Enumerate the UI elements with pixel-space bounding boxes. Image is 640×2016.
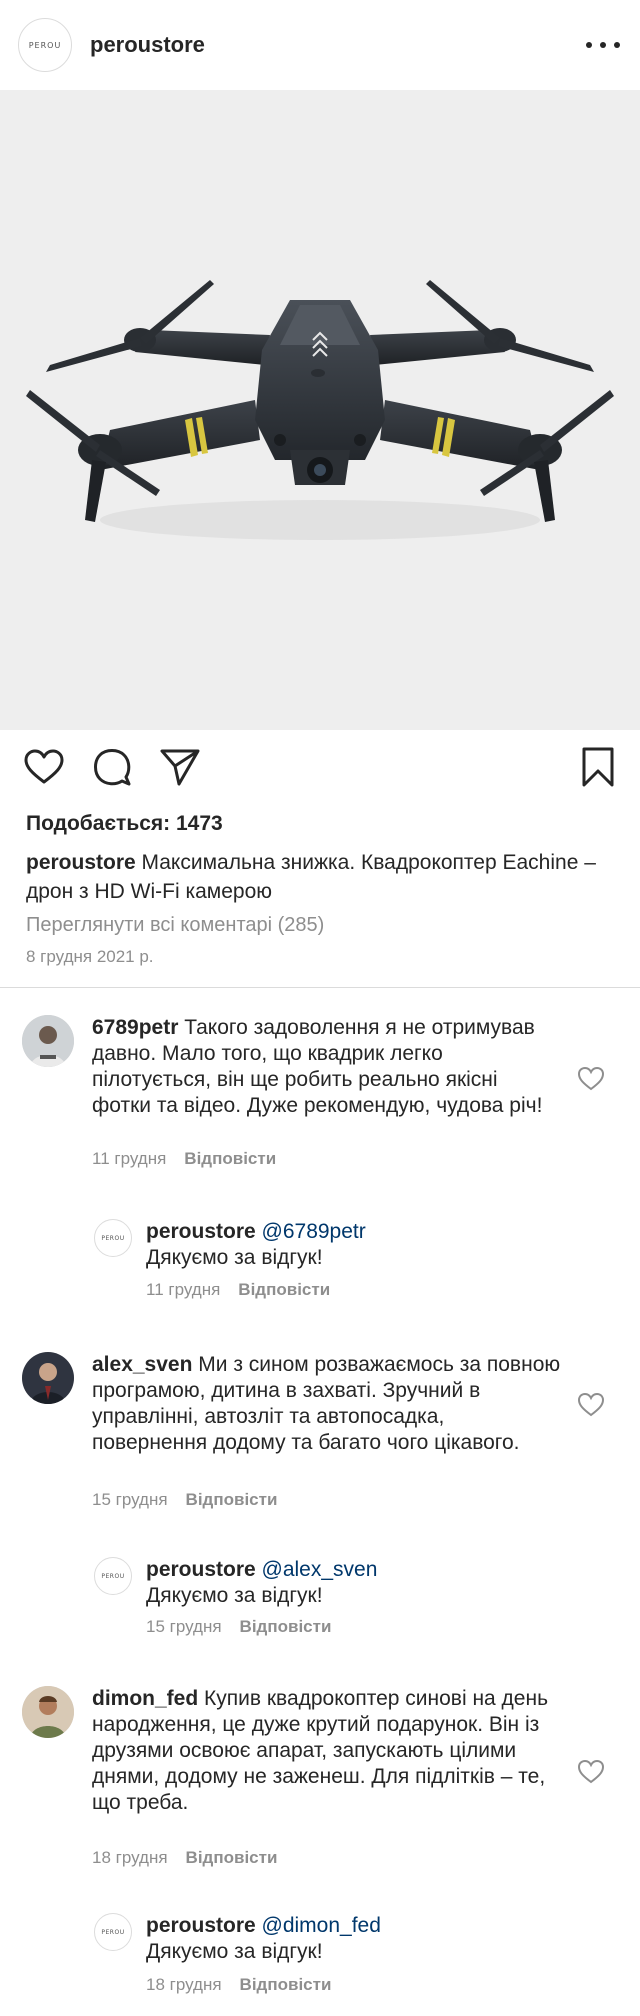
- comment-username[interactable]: dimon_fed: [92, 1687, 198, 1710]
- store-avatar[interactable]: PEROU: [94, 1913, 132, 1951]
- avatar[interactable]: [22, 1686, 74, 1738]
- heart-icon[interactable]: [578, 1393, 604, 1417]
- comment-username[interactable]: alex_sven: [92, 1353, 192, 1376]
- reply-button[interactable]: Відповісти: [240, 1617, 332, 1636]
- reply-button[interactable]: Відповісти: [186, 1490, 278, 1509]
- caption-username[interactable]: peroustore: [26, 851, 136, 874]
- reply-button[interactable]: Відповісти: [238, 1280, 330, 1299]
- reply-meta: 11 грудня Відповісти: [146, 1280, 331, 1299]
- mention-link[interactable]: @alex_sven: [256, 1558, 378, 1581]
- drone-image: [26, 280, 614, 540]
- reply-button[interactable]: Відповісти: [184, 1149, 276, 1168]
- avatar[interactable]: [22, 1015, 74, 1067]
- comment-text: 6789petr Такого задоволення я не отримув…: [92, 1016, 543, 1117]
- reply-username[interactable]: peroustore: [146, 1558, 256, 1581]
- bookmark-icon[interactable]: [576, 745, 620, 789]
- comment-text: alex_sven Ми з сином розважаємось за пов…: [92, 1353, 561, 1454]
- reply-text: peroustore @alex_sven Дякуємо за відгук!: [146, 1558, 378, 1607]
- comment-username[interactable]: 6789petr: [92, 1016, 178, 1039]
- store-avatar[interactable]: PEROU: [18, 18, 72, 72]
- reply-meta: 18 грудня Відповісти: [146, 1975, 332, 1994]
- heart-icon[interactable]: [578, 1067, 604, 1091]
- reply-button[interactable]: Відповісти: [186, 1848, 278, 1867]
- mention-link[interactable]: @dimon_fed: [256, 1914, 381, 1937]
- reply-text: peroustore @6789petr Дякуємо за відгук!: [146, 1220, 366, 1269]
- reply-username[interactable]: peroustore: [146, 1220, 256, 1243]
- paper-plane-icon[interactable]: [158, 745, 202, 789]
- action-bar: [0, 745, 640, 795]
- heart-icon[interactable]: [578, 1760, 604, 1784]
- store-avatar[interactable]: PEROU: [94, 1557, 132, 1595]
- likes-count[interactable]: Подобається: 1473: [26, 812, 223, 836]
- header-username[interactable]: peroustore: [90, 32, 205, 58]
- reply-text: peroustore @dimon_fed Дякуємо за відгук!: [146, 1914, 381, 1963]
- comment-bubble-icon[interactable]: [90, 745, 134, 789]
- avatar[interactable]: [22, 1352, 74, 1404]
- post-header: PEROU peroustore: [0, 0, 640, 90]
- comment-meta: 15 грудня Відповісти: [92, 1490, 278, 1509]
- post-photo[interactable]: [0, 90, 640, 730]
- reply-button[interactable]: Відповісти: [240, 1975, 332, 1994]
- divider: [0, 987, 640, 988]
- reply-username[interactable]: peroustore: [146, 1914, 256, 1937]
- comment-text: dimon_fed Купив квадрокоптер синові на д…: [92, 1687, 549, 1814]
- store-avatar[interactable]: PEROU: [94, 1219, 132, 1257]
- more-dots-icon[interactable]: [586, 30, 620, 60]
- post-caption: peroustore Максимальна знижка. Квадрокоп…: [26, 848, 616, 906]
- post-date: 8 грудня 2021 р.: [26, 947, 154, 966]
- view-all-comments-link[interactable]: Переглянути всі коментарі (285): [26, 914, 324, 937]
- comment-meta: 18 грудня Відповісти: [92, 1848, 278, 1867]
- reply-meta: 15 грудня Відповісти: [146, 1617, 332, 1636]
- comment-meta: 11 грудня Відповісти: [92, 1149, 277, 1168]
- heart-icon[interactable]: [22, 745, 66, 789]
- mention-link[interactable]: @6789petr: [256, 1220, 366, 1243]
